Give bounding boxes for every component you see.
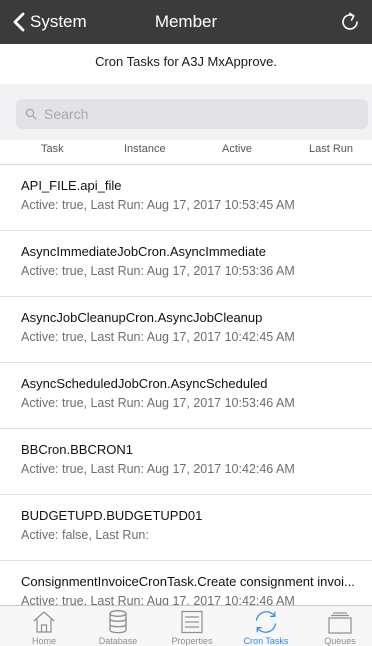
task-name: AsyncJobCleanupCron.AsyncJobCleanup [21, 310, 263, 325]
chevron-left-icon [13, 12, 25, 32]
task-name: AsyncScheduledJobCron.AsyncScheduled [21, 376, 268, 391]
task-name: BBCron.BBCRON1 [21, 442, 133, 457]
column-headers: Task Instance Active Last Run [0, 140, 372, 165]
back-button-label: System [30, 12, 87, 31]
task-name: AsyncImmediateJobCron.AsyncImmediate [21, 244, 266, 259]
task-detail: Active: true, Last Run: Aug 17, 2017 10:… [21, 198, 295, 212]
search-field[interactable] [16, 99, 368, 129]
task-detail: Active: false, Last Run: [21, 528, 149, 542]
properties-icon [181, 610, 203, 634]
cron-tasks-icon [255, 611, 277, 633]
task-detail: Active: true, Last Run: Aug 17, 2017 10:… [21, 330, 295, 344]
task-detail: Active: true, Last Run: Aug 17, 2017 10:… [21, 264, 295, 278]
tab-properties[interactable]: Properties [155, 606, 229, 646]
list-item[interactable]: ConsignmentInvoiceCronTask.Create consig… [0, 561, 372, 605]
back-button[interactable]: System [12, 0, 87, 44]
refresh-icon[interactable] [338, 10, 362, 34]
search-input[interactable] [44, 106, 344, 122]
navigation-bar: System Member [0, 0, 372, 44]
page-subtitle: Cron Tasks for A3J MxApprove. [0, 44, 372, 84]
search-icon [25, 108, 37, 120]
tab-cron-tasks[interactable]: Cron Tasks [229, 606, 303, 646]
queues-icon [328, 612, 352, 634]
list-item[interactable]: AsyncJobCleanupCron.AsyncJobCleanup Acti… [0, 297, 372, 363]
task-name: ConsignmentInvoiceCronTask.Create consig… [21, 574, 355, 589]
tab-database[interactable]: Database [81, 606, 155, 646]
column-header-last-run[interactable]: Last Run [309, 140, 353, 158]
list-item[interactable]: BUDGETUPD.BUDGETUPD01 Active: false, Las… [0, 495, 372, 561]
task-list: API_FILE.api_file Active: true, Last Run… [0, 165, 372, 605]
tab-bar: Home Database Properties Cron Tasks Queu… [0, 605, 372, 646]
list-item[interactable]: AsyncScheduledJobCron.AsyncScheduled Act… [0, 363, 372, 429]
search-bar [0, 84, 372, 140]
list-item[interactable]: BBCron.BBCRON1 Active: true, Last Run: A… [0, 429, 372, 495]
column-header-active[interactable]: Active [222, 140, 252, 158]
task-name: API_FILE.api_file [21, 178, 122, 193]
database-icon [109, 610, 127, 634]
task-detail: Active: true, Last Run: Aug 17, 2017 10:… [21, 462, 295, 476]
list-item[interactable]: AsyncImmediateJobCron.AsyncImmediate Act… [0, 231, 372, 297]
list-item[interactable]: API_FILE.api_file Active: true, Last Run… [0, 165, 372, 231]
task-detail: Active: true, Last Run: Aug 17, 2017 10:… [21, 396, 295, 410]
home-icon [33, 611, 55, 633]
task-detail: Active: true, Last Run: Aug 17, 2017 10:… [21, 594, 295, 605]
column-header-instance[interactable]: Instance [124, 140, 166, 158]
column-header-task[interactable]: Task [41, 140, 64, 158]
tab-home[interactable]: Home [7, 606, 81, 646]
task-name: BUDGETUPD.BUDGETUPD01 [21, 508, 203, 523]
tab-queues[interactable]: Queues [303, 606, 372, 646]
